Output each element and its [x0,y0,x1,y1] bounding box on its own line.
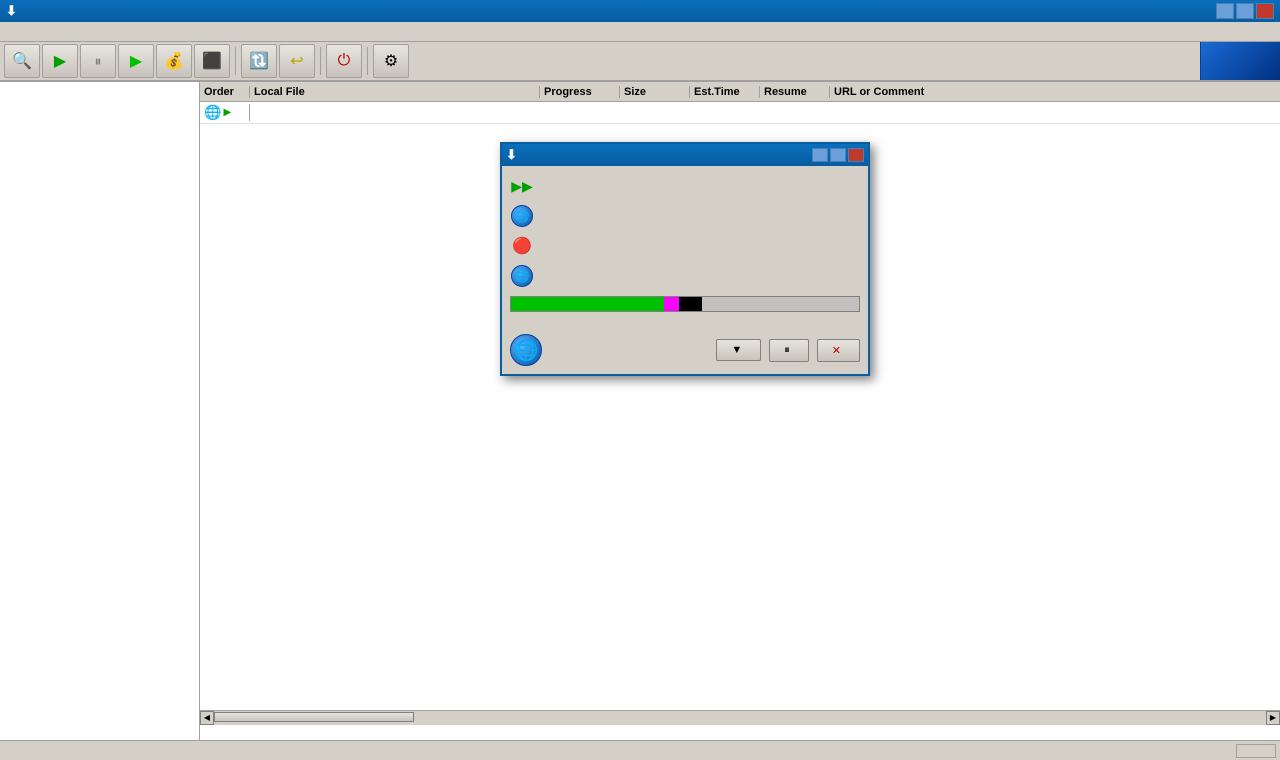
table-row[interactable]: 🌐▶ [200,102,1280,124]
col-localfile-header[interactable]: Local File [250,86,540,98]
dialog-progress-icon: 🔴 [510,234,534,258]
dialog-controls[interactable] [812,148,864,162]
table-body: 🌐▶ [200,102,1280,124]
scroll-right-btn[interactable]: ▶ [1266,711,1280,725]
download-icon: 🌐▶ [204,104,231,121]
dialog-localfile-row: 🌐 [510,204,860,228]
dialog-icon: ⬇ [506,147,517,163]
col-progress-header[interactable]: Progress [540,86,620,98]
dialog-restore-btn[interactable] [830,148,846,162]
scrollbar-thumb[interactable] [214,712,414,722]
options-button[interactable]: ▼ [716,339,761,361]
sidebar [0,82,200,740]
start-queue-button[interactable]: ▶ [118,44,154,78]
pause-icon: ⏸ [784,344,790,357]
dialog-time-icon: 🌐 [510,264,534,288]
stop-button[interactable]: ⬛ [194,44,230,78]
dialog-localfile-icon: 🌐 [510,204,534,228]
dialog-url-row: ▶▶ [510,174,860,198]
dialog-footer-icon: 🌐 [510,334,542,366]
dialog-titlebar: ⬇ [502,144,868,166]
col-esttime-header[interactable]: Est.Time [690,86,760,98]
dialog-url-icon: ▶▶ [510,174,534,198]
status-bar [0,740,1280,760]
scrollbar-track[interactable] [214,711,1266,725]
table-header: Order Local File Progress Size Est.Time … [200,82,1280,102]
settings-button[interactable]: ⚙ [373,44,409,78]
col-url-header[interactable]: URL or Comment [830,86,1280,98]
scroll-left-btn[interactable]: ◀ [200,711,214,725]
download-dialog: ⬇ ▶▶ [500,142,870,376]
power-button[interactable]: ⏻ [326,44,362,78]
pause-button[interactable]: ⏸ [80,44,116,78]
refresh-button[interactable]: ↩ [279,44,315,78]
toolbar: 🔍 ▶ ⏸ ▶ 💰 ⬛ 🔃 ↩ ⏻ ⚙ [0,42,1280,82]
progress-bar-container [510,296,860,312]
content-area: Order Local File Progress Size Est.Time … [200,82,1280,740]
search-button[interactable]: 🔍 [4,44,40,78]
minimize-button[interactable] [1216,3,1234,19]
toolbar-separator-3 [367,47,368,75]
dialog-minimize-btn[interactable] [812,148,828,162]
dialog-body: ▶▶ 🌐 🔴 [502,166,868,328]
progress-bar-fill [511,297,702,311]
time-globe-icon: 🌐 [511,265,533,287]
horizontal-scrollbar[interactable]: ◀ ▶ [200,710,1280,724]
title-bar-left: ⬇ [6,3,23,19]
toolbar-separator-2 [320,47,321,75]
dialog-progress-row: 🔴 [510,234,860,258]
col-size-header[interactable]: Size [620,86,690,98]
dialog-close-btn[interactable] [848,148,864,162]
pause-button[interactable]: ⏸ [769,339,809,362]
start-button[interactable]: ▶ [42,44,78,78]
toolbar-separator-1 [235,47,236,75]
cancel-icon: ✕ [832,344,841,357]
title-bar-controls[interactable] [1216,3,1274,19]
money-button[interactable]: 💰 [156,44,192,78]
maximize-button[interactable] [1236,3,1254,19]
cancel-button[interactable]: ✕ [817,339,860,362]
app-icon: ⬇ [6,3,17,19]
support-banner [1200,42,1280,80]
dialog-footer: 🌐 ▼ ⏸ ✕ [502,328,868,374]
globe-icon: 🌐 [511,205,533,227]
status-progress-indicator [1236,744,1276,758]
main-container: Order Local File Progress Size Est.Time … [0,82,1280,740]
close-button[interactable] [1256,3,1274,19]
col-order-header[interactable]: Order [200,86,250,98]
row-order: 🌐▶ [200,104,250,121]
col-resume-header[interactable]: Resume [760,86,830,98]
title-bar: ⬇ [0,0,1280,22]
options-icon: ▼ [731,344,742,356]
dialog-time-row: 🌐 [510,264,860,288]
reload-button[interactable]: 🔃 [241,44,277,78]
menu-bar [0,22,1280,42]
